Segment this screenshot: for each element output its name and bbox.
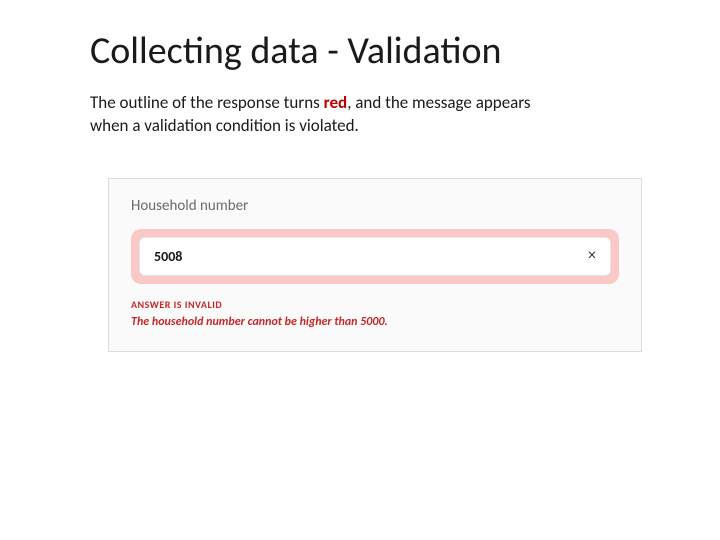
- description-text: The outline of the response turns red, a…: [90, 92, 550, 138]
- error-heading: ANSWER IS INVALID: [131, 298, 619, 311]
- household-number-input[interactable]: 5008 ×: [139, 237, 611, 276]
- clear-icon[interactable]: ×: [588, 248, 596, 264]
- input-error-outline: 5008 ×: [131, 229, 619, 284]
- desc-highlight: red: [324, 92, 348, 113]
- page-title: Collecting data - Validation: [90, 28, 660, 74]
- error-message: The household number cannot be higher th…: [131, 315, 619, 329]
- field-label: Household number: [131, 197, 619, 215]
- desc-pre: The outline of the response turns: [90, 92, 324, 113]
- input-value: 5008: [154, 248, 182, 265]
- form-screenshot: Household number 5008 × ANSWER IS INVALI…: [108, 178, 642, 352]
